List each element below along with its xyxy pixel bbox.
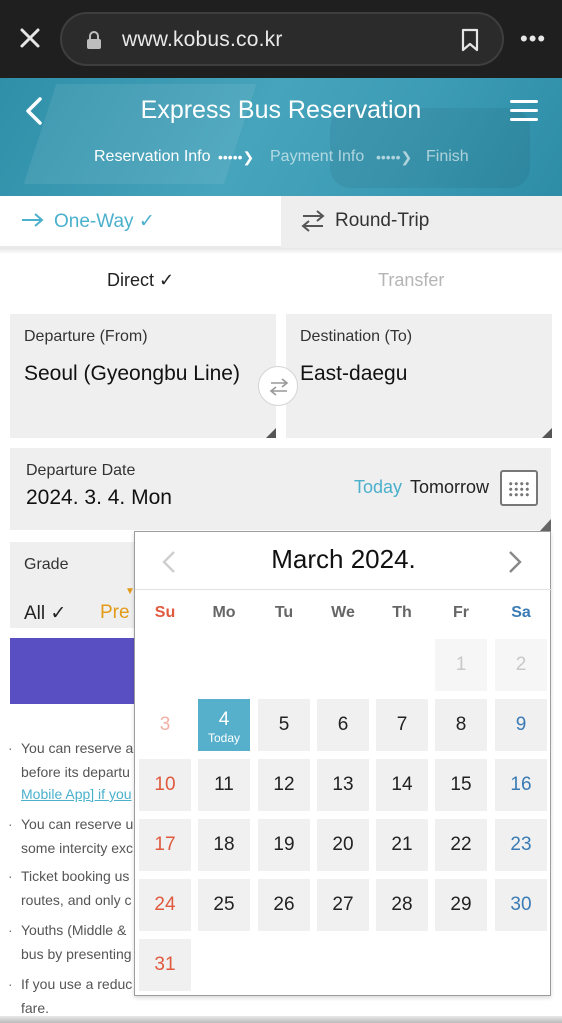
calendar-day[interactable]: 20: [317, 819, 369, 871]
calendar-day-selected[interactable]: 4 Today: [198, 699, 250, 751]
calendar-month-title: March 2024.: [271, 544, 416, 574]
calendar-day[interactable]: 22: [435, 819, 487, 871]
browser-toolbar: www.kobus.co.kr •••: [0, 0, 562, 78]
weekday-sunday: Su: [154, 604, 176, 621]
swap-icon: [269, 378, 289, 396]
calendar-day[interactable]: 30: [495, 879, 547, 931]
page-title: Express Bus Reservation: [140, 96, 422, 124]
calendar-day[interactable]: 13: [317, 759, 369, 811]
tomorrow-button[interactable]: Tomorrow: [410, 477, 489, 498]
swap-arrows-icon: [301, 210, 325, 232]
tab-one-way-label: One-Way ✓: [54, 211, 155, 232]
departure-date-field[interactable]: Departure Date 2024. 3. 4. Mon Today Tom…: [10, 448, 551, 530]
calendar-day[interactable]: 10: [139, 759, 191, 811]
weekday-saturday: Sa: [511, 604, 531, 621]
destination-field[interactable]: Destination (To) East-daegu: [286, 314, 552, 438]
lock-icon: [87, 31, 101, 49]
calendar-day[interactable]: 27: [317, 879, 369, 931]
premium-crown-icon: ▼: [125, 586, 135, 597]
calendar-day[interactable]: 23: [495, 819, 547, 871]
address-bar[interactable]: www.kobus.co.kr: [60, 12, 504, 66]
weekday-monday: Mo: [212, 604, 236, 621]
departure-date-value: 2024. 3. 4. Mon: [26, 486, 172, 509]
corner-indicator-icon: [542, 428, 552, 438]
trip-type-tabs: One-Way ✓ Round-Trip: [0, 196, 562, 248]
calendar-day[interactable]: 12: [258, 759, 310, 811]
destination-value: East-daegu: [300, 362, 408, 385]
grade-premium-option[interactable]: Pre: [100, 602, 130, 624]
calendar-day[interactable]: 7: [376, 699, 428, 751]
calendar-day[interactable]: 29: [435, 879, 487, 931]
tab-one-way[interactable]: One-Way ✓: [0, 196, 281, 248]
mobile-app-link[interactable]: Mobile App] if you: [21, 782, 132, 806]
today-badge: Today: [207, 731, 241, 745]
calendar-day: 2: [495, 639, 547, 691]
calendar-day[interactable]: 31: [139, 939, 191, 991]
weekday-friday: Fr: [453, 604, 469, 621]
step-payment-info: Payment Info: [270, 148, 365, 165]
calendar-day[interactable]: 28: [376, 879, 428, 931]
departure-date-label: Departure Date: [26, 462, 136, 479]
corner-indicator-icon: [266, 428, 276, 438]
route-transfer-option[interactable]: Transfer: [378, 270, 444, 291]
calendar-day[interactable]: 21: [376, 819, 428, 871]
step-arrow-icon: •••••❯: [218, 149, 255, 165]
calendar-day[interactable]: 19: [258, 819, 310, 871]
calendar-day: 1: [435, 639, 487, 691]
calendar-day[interactable]: 15: [435, 759, 487, 811]
today-button[interactable]: Today: [354, 477, 402, 498]
calendar-day: 3: [139, 699, 191, 751]
grade-label: Grade: [24, 556, 69, 573]
calendar-day[interactable]: 18: [198, 819, 250, 871]
date-picker-calendar: March 2024. Su Mo Tu We Th Fr Sa 1 2 3 4…: [134, 531, 552, 996]
calendar-day[interactable]: 24: [139, 879, 191, 931]
weekday-wednesday: We: [331, 604, 355, 621]
departure-value: Seoul (Gyeongbu Line): [24, 362, 240, 385]
step-reservation-info: Reservation Info: [94, 148, 211, 165]
calendar-day[interactable]: 11: [198, 759, 250, 811]
calendar-day[interactable]: 9: [495, 699, 547, 751]
page-header: Express Bus Reservation Reservation Info…: [0, 78, 562, 196]
destination-label: Destination (To): [300, 328, 413, 345]
swap-locations-button[interactable]: [258, 366, 298, 406]
calendar-day[interactable]: 14: [376, 759, 428, 811]
tab-round-trip[interactable]: Round-Trip: [281, 196, 562, 248]
tab-round-trip-label: Round-Trip: [335, 210, 430, 231]
weekday-thursday: Th: [392, 604, 412, 621]
reservation-steps: Reservation Info •••••❯ Payment Info •••…: [0, 148, 562, 170]
departure-field[interactable]: Departure (From) Seoul (Gyeongbu Line): [10, 314, 276, 438]
grade-all-option[interactable]: All ✓: [24, 602, 66, 625]
calendar-day[interactable]: 8: [435, 699, 487, 751]
route-direct-option[interactable]: Direct ✓: [107, 270, 174, 291]
calendar-day[interactable]: 6: [317, 699, 369, 751]
bookmark-icon[interactable]: [460, 28, 480, 52]
calendar-day[interactable]: 26: [258, 879, 310, 931]
step-finish: Finish: [426, 148, 469, 165]
close-icon[interactable]: [16, 24, 44, 52]
calendar-header: March 2024.: [135, 532, 552, 590]
step-arrow-icon: •••••❯: [376, 149, 413, 165]
weekday-tuesday: Tu: [274, 604, 294, 621]
menu-icon[interactable]: [510, 100, 538, 122]
arrow-right-icon: [22, 213, 44, 227]
more-icon[interactable]: •••: [520, 26, 546, 52]
departure-label: Departure (From): [24, 328, 148, 345]
calendar-icon[interactable]: [500, 470, 538, 506]
calendar-day[interactable]: 16: [495, 759, 547, 811]
route-type-selector: Direct ✓ Transfer: [0, 266, 562, 296]
calendar-day[interactable]: 25: [198, 879, 250, 931]
calendar-day[interactable]: 17: [139, 819, 191, 871]
next-month-icon[interactable]: [507, 550, 523, 574]
url-text: www.kobus.co.kr: [122, 28, 283, 51]
calendar-day[interactable]: 5: [258, 699, 310, 751]
calendar-pointer: [540, 519, 551, 531]
